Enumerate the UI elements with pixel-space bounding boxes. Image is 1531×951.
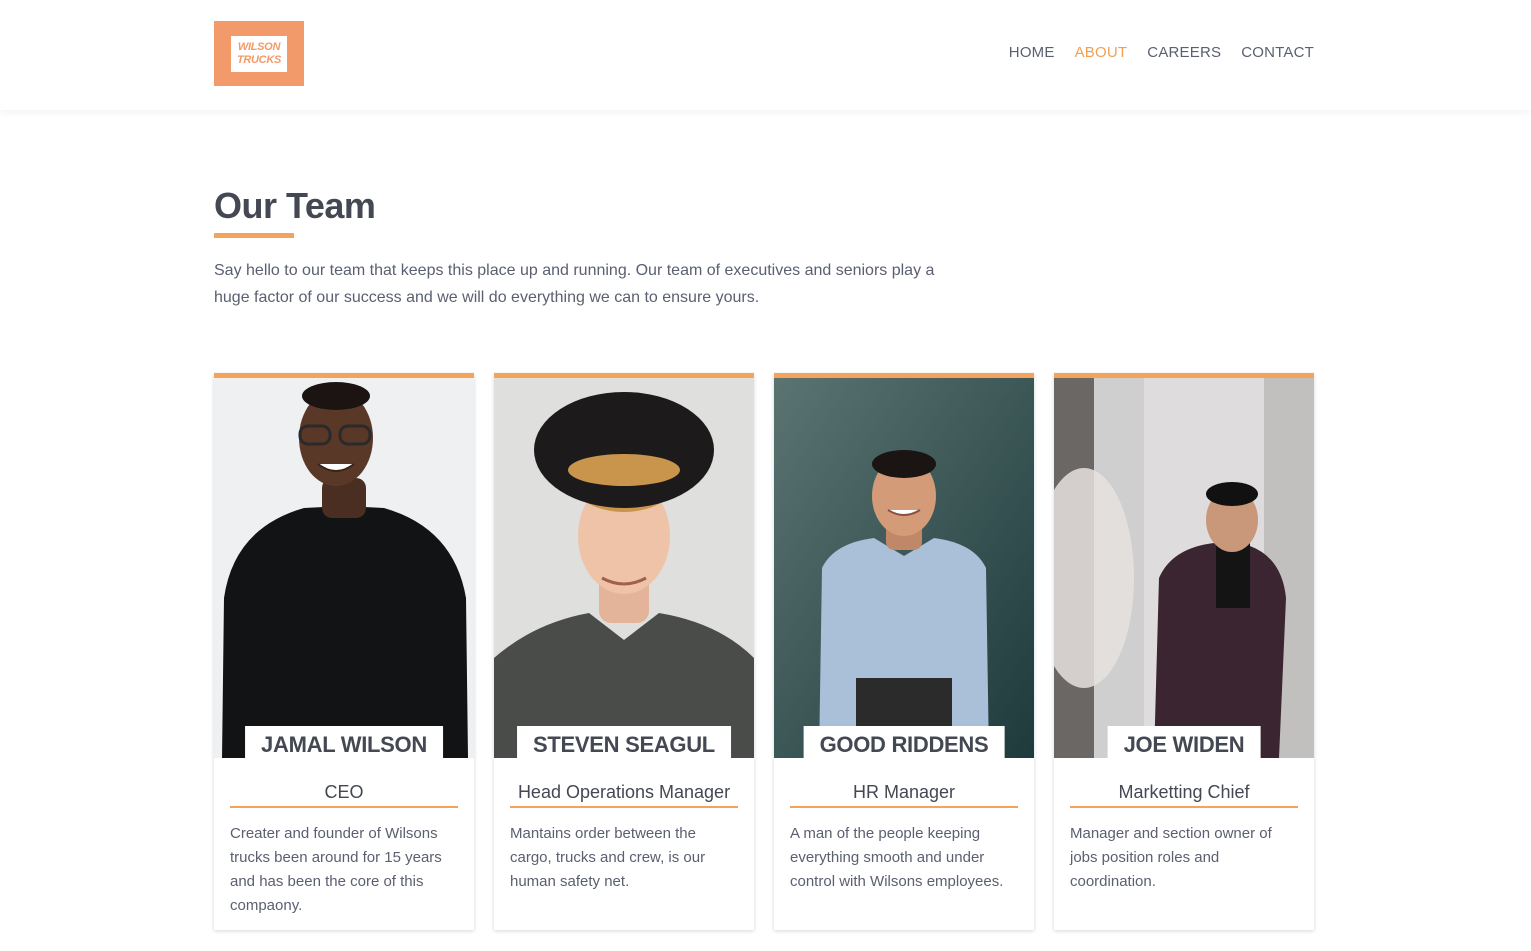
main-nav: HOME ABOUT CAREERS CONTACT	[1009, 44, 1314, 61]
nav-about[interactable]: ABOUT	[1075, 44, 1128, 61]
member-name: GOOD RIDDENS	[803, 726, 1005, 760]
portrait-photo	[494, 378, 754, 758]
logo-line-2: TRUCKS	[236, 53, 282, 66]
nav-careers[interactable]: CAREERS	[1147, 44, 1221, 61]
member-name: JOE WIDEN	[1107, 726, 1261, 760]
member-description: Mantains order between the cargo, trucks…	[510, 825, 706, 890]
portrait-photo	[774, 378, 1034, 758]
page-title: Our Team	[214, 185, 376, 226]
portrait-photo	[214, 378, 474, 758]
team-card-jamal-wilson: JAMAL WILSON CEO Creater and founder of …	[214, 373, 474, 930]
logo-badge: WILSON TRUCKS	[229, 33, 289, 74]
title-underline	[214, 233, 294, 238]
member-description: A man of the people keeping everything s…	[790, 825, 1004, 890]
nav-contact[interactable]: CONTACT	[1241, 44, 1314, 61]
nav-home[interactable]: HOME	[1009, 44, 1055, 61]
logo-line-1: WILSON	[237, 40, 281, 53]
site-header: WILSON TRUCKS HOME ABOUT CAREERS CONTACT	[0, 0, 1531, 110]
member-description: Creater and founder of Wilsons trucks be…	[230, 825, 442, 914]
wilson-trucks-logo[interactable]: WILSON TRUCKS	[214, 21, 304, 86]
team-card-good-riddens: GOOD RIDDENS HR Manager A man of the peo…	[774, 373, 1034, 930]
team-card-steven-seagul: STEVEN SEAGUL Head Operations Manager Ma…	[494, 373, 754, 930]
portrait-photo	[1054, 378, 1314, 758]
intro-text: Say hello to our team that keeps this pl…	[214, 262, 935, 306]
member-role: CEO	[230, 782, 458, 808]
member-name: STEVEN SEAGUL	[517, 726, 731, 760]
team-card-joe-widen: JOE WIDEN Marketting Chief Manager and s…	[1054, 373, 1314, 930]
member-role: Marketting Chief	[1070, 782, 1298, 808]
member-role: HR Manager	[790, 782, 1018, 808]
member-description: Manager and section owner of jobs positi…	[1070, 825, 1272, 890]
member-role: Head Operations Manager	[510, 782, 738, 808]
member-name: JAMAL WILSON	[245, 726, 443, 760]
